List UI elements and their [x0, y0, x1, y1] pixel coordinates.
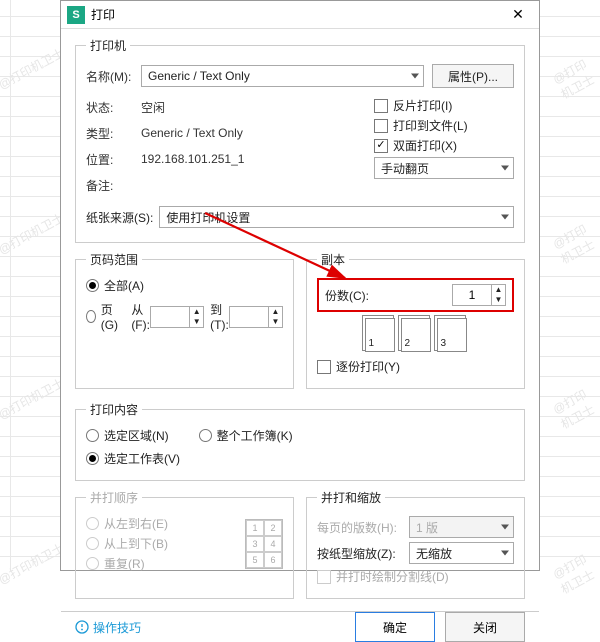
up-arrow-icon[interactable]: ▲ [492, 285, 505, 295]
checkbox-icon [374, 99, 388, 113]
chevron-down-icon [501, 551, 509, 556]
tofile-checkbox[interactable]: 打印到文件(L) [374, 117, 514, 134]
duplex-checkbox[interactable]: ✓双面打印(X) [374, 137, 514, 154]
radio-icon [199, 429, 212, 442]
content-sheets-radio[interactable]: 选定工作表(V) [86, 450, 514, 467]
copies-spin[interactable]: ▲▼ [452, 284, 506, 306]
properties-button[interactable]: 属性(P)... [432, 64, 514, 88]
copies-group: 副本 份数(C): ▲▼ 123 逐份打印(Y) [306, 251, 525, 389]
to-input [229, 306, 269, 328]
print-dialog: S 打印 ✕ 打印机 名称(M): Generic / Text Only 属性… [60, 0, 540, 571]
scale-label: 按纸型缩放(Z): [317, 545, 409, 562]
content-workbook-radio[interactable]: 整个工作簿(K) [199, 427, 293, 444]
to-spin[interactable]: ▲▼ [229, 306, 283, 328]
count-label: 份数(C): [325, 287, 452, 304]
range-pages-radio[interactable]: 页(G) [86, 301, 121, 332]
radio-icon [86, 452, 99, 465]
scaling-legend: 并打和缩放 [317, 489, 385, 506]
down-arrow-icon[interactable]: ▼ [492, 295, 505, 305]
range-all-radio[interactable]: 全部(A) [86, 277, 283, 294]
copies-legend: 副本 [317, 251, 349, 268]
type-value: Generic / Text Only [141, 126, 243, 140]
reverse-checkbox[interactable]: 反片打印(I) [374, 97, 514, 114]
scale-select[interactable]: 无缩放 [409, 542, 514, 564]
order-repeat-radio: 重复(R) [86, 555, 237, 572]
range-legend: 页码范围 [86, 251, 142, 268]
perpage-label: 每页的版数(H): [317, 519, 409, 536]
dialog-footer: 操作技巧 确定 关闭 [61, 611, 539, 642]
chevron-down-icon [411, 74, 419, 79]
radio-icon [86, 429, 99, 442]
name-label: 名称(M): [86, 68, 141, 85]
paper-source-select[interactable]: 使用打印机设置 [159, 206, 514, 228]
collate-checkbox[interactable]: 逐份打印(Y) [317, 358, 514, 375]
content-legend: 打印内容 [86, 401, 142, 418]
comment-label: 备注: [86, 177, 141, 194]
checkbox-icon [317, 360, 331, 374]
order-tb-radio: 从上到下(B) [86, 535, 237, 552]
status-label: 状态: [86, 99, 141, 116]
order-group: 并打顺序 从左到右(E) 从上到下(B) 重复(R) 123456 [75, 489, 294, 599]
perpage-select: 1 版 [409, 516, 514, 538]
checkbox-checked-icon: ✓ [374, 139, 388, 153]
cancel-button[interactable]: 关闭 [445, 612, 525, 642]
printer-name-select[interactable]: Generic / Text Only [141, 65, 424, 87]
info-icon [75, 620, 89, 634]
where-label: 位置: [86, 151, 141, 168]
from-label: 从(F): [131, 301, 150, 332]
order-lr-radio: 从左到右(E) [86, 515, 237, 532]
chevron-down-icon [501, 215, 509, 220]
to-label: 到(T): [210, 301, 229, 332]
ok-button[interactable]: 确定 [355, 612, 435, 642]
where-value: 192.168.101.251_1 [141, 152, 244, 166]
printer-group: 打印机 名称(M): Generic / Text Only 属性(P)... … [75, 37, 525, 243]
chevron-down-icon [501, 166, 509, 171]
radio-icon [86, 279, 99, 292]
from-input [150, 306, 190, 328]
copies-input [452, 284, 492, 306]
status-value: 空闲 [141, 99, 165, 116]
print-content-group: 打印内容 选定区域(N) 整个工作簿(K) 选定工作表(V) [75, 401, 525, 481]
tips-link[interactable]: 操作技巧 [75, 619, 141, 636]
window-title: 打印 [91, 6, 503, 23]
close-icon[interactable]: ✕ [503, 1, 533, 29]
scaling-group: 并打和缩放 每页的版数(H): 1 版 按纸型缩放(Z): 无缩放 并打时绘制分… [306, 489, 525, 599]
order-legend: 并打顺序 [86, 489, 142, 506]
order-preview-icon: 123456 [245, 519, 283, 569]
printer-legend: 打印机 [86, 37, 130, 54]
type-label: 类型: [86, 125, 141, 142]
printer-name-value: Generic / Text Only [148, 69, 250, 83]
titlebar: S 打印 ✕ [61, 1, 539, 29]
content-selection-radio[interactable]: 选定区域(N) [86, 427, 169, 444]
flip-select[interactable]: 手动翻页 [374, 157, 514, 179]
copies-highlight: 份数(C): ▲▼ [317, 278, 514, 312]
app-logo-icon: S [67, 6, 85, 24]
radio-icon [86, 310, 96, 323]
from-spin[interactable]: ▲▼ [150, 306, 204, 328]
page-range-group: 页码范围 全部(A) 页(G) 从(F): ▲▼ 到(T): ▲▼ [75, 251, 294, 389]
checkbox-icon [374, 119, 388, 133]
collate-preview: 123 [317, 318, 514, 352]
source-label: 纸张来源(S): [86, 209, 153, 226]
